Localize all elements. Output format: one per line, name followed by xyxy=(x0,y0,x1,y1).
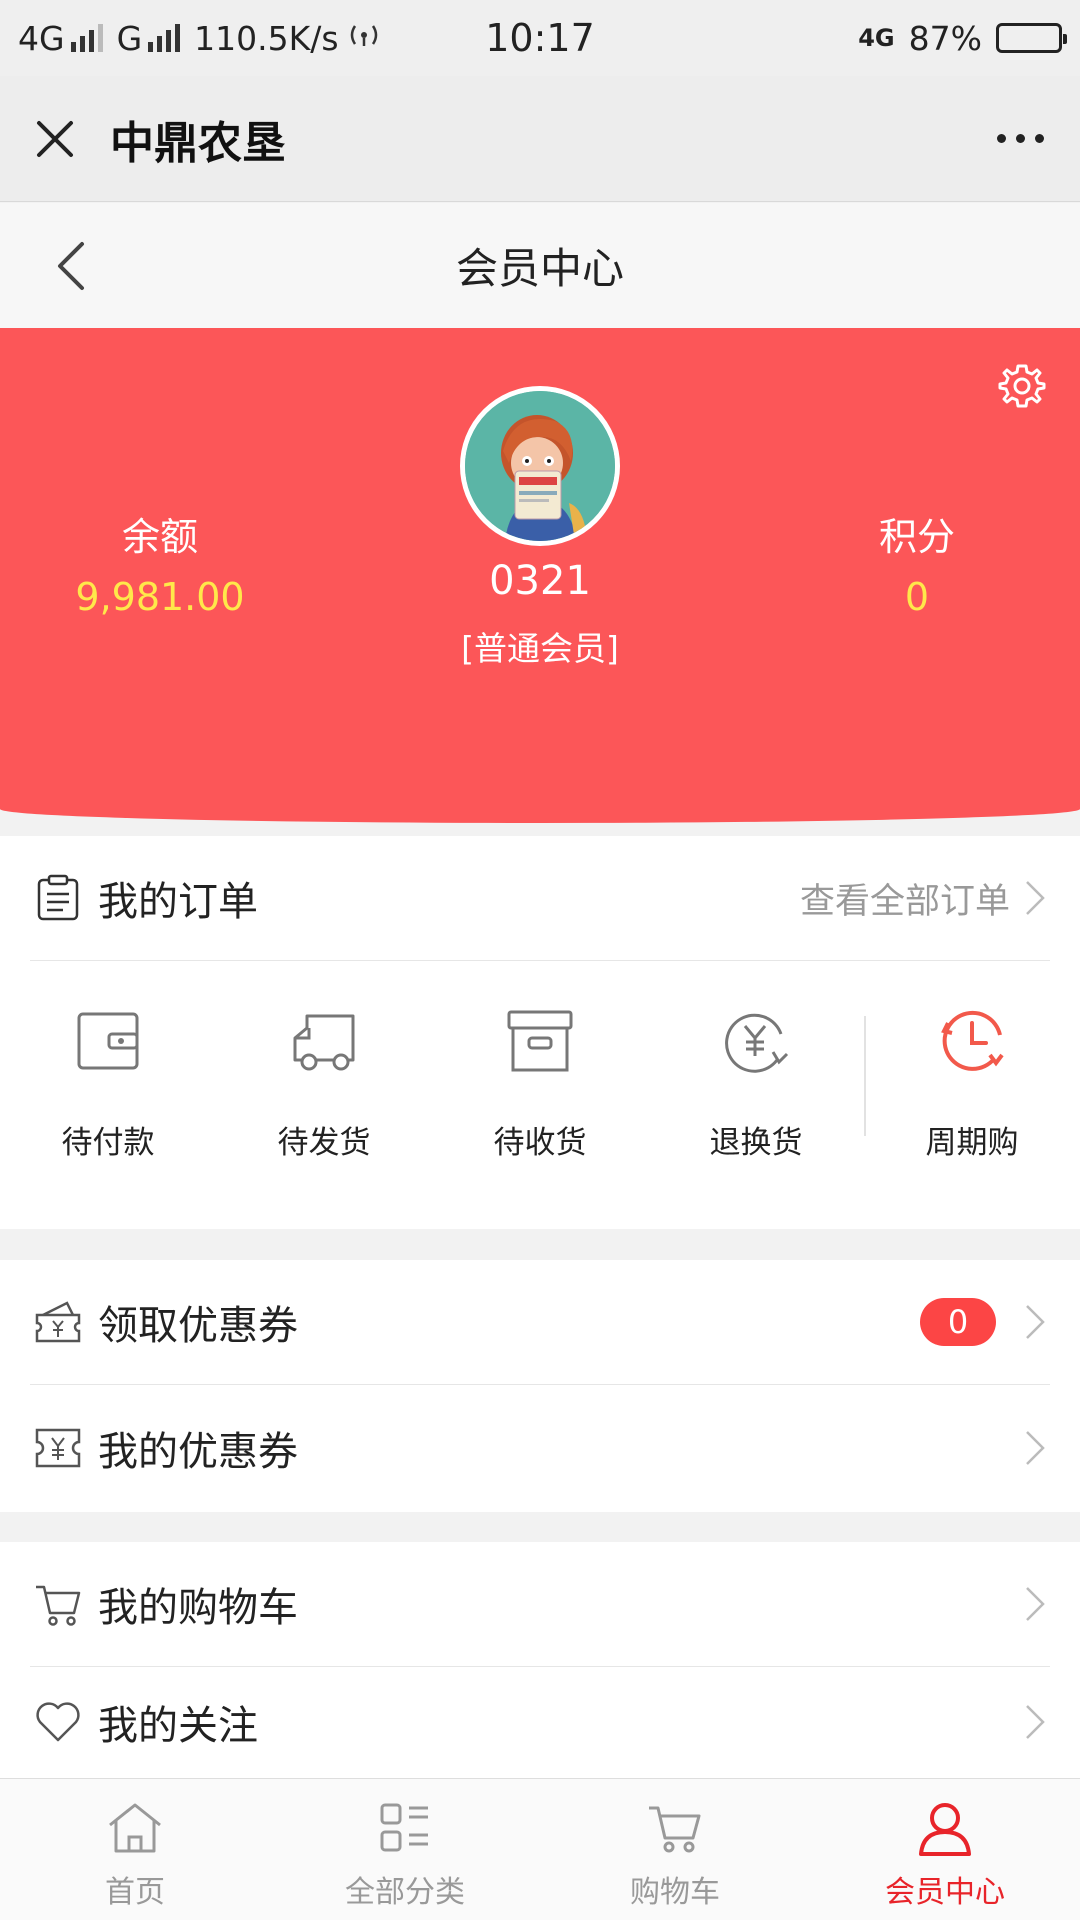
coupon-claim-icon xyxy=(30,1294,86,1350)
my-cart-right xyxy=(1020,1584,1050,1624)
order-pending-shipment[interactable]: 待发货 xyxy=(216,961,432,1176)
avatar-image xyxy=(465,391,615,541)
view-all-orders-link[interactable]: 查看全部订单 xyxy=(800,873,1050,924)
member-level: [普通会员] xyxy=(461,629,619,668)
my-cart-label: 我的购物车 xyxy=(98,1585,298,1631)
close-button[interactable] xyxy=(0,76,110,202)
more-dot xyxy=(1015,134,1025,143)
settings-button[interactable] xyxy=(992,356,1052,416)
chevron-right-icon xyxy=(1020,1702,1050,1742)
network-speed: 110.5K/s xyxy=(194,18,339,58)
claim-coupons-right: 0 xyxy=(920,1298,1050,1346)
webview-titlebar: 中鼎农垦 xyxy=(0,76,1080,202)
cart-icon xyxy=(644,1797,706,1859)
my-coupons-right xyxy=(1020,1428,1050,1468)
more-dot xyxy=(1034,134,1044,143)
member-card: 余额 9,981.00 0321 [普通会员] 积分 0 xyxy=(0,328,1080,823)
orders-section: 我的订单 查看全部订单 待付款 待发货 待收货 退换货 周期购 xyxy=(0,836,1080,1229)
network-2: G xyxy=(117,19,187,58)
user-icon xyxy=(914,1797,976,1859)
home-icon xyxy=(104,1797,166,1859)
heart-icon xyxy=(30,1694,86,1750)
network-1-label: 4G xyxy=(18,18,65,58)
cart-icon xyxy=(30,1576,86,1632)
order-refund-exchange[interactable]: 退换货 xyxy=(648,961,864,1176)
close-icon xyxy=(37,120,73,157)
gear-icon xyxy=(998,364,1046,408)
tab-member-center[interactable]: 会员中心 xyxy=(810,1779,1080,1920)
order-pending-receipt[interactable]: 待收货 xyxy=(432,961,648,1176)
battery-icon xyxy=(996,23,1067,53)
network-1: 4G xyxy=(18,19,109,58)
coupon-icon xyxy=(30,1420,86,1476)
chevron-right-icon xyxy=(1020,1428,1050,1468)
category-icon xyxy=(374,1797,436,1859)
my-coupons-row[interactable]: 我的优惠券 xyxy=(30,1385,1050,1510)
status-left: 4G G 110.5K/s xyxy=(18,19,381,58)
my-follows-label: 我的关注 xyxy=(98,1703,258,1749)
order-status-label: 待收货 xyxy=(493,1125,587,1161)
username: 0321 xyxy=(489,558,591,604)
claim-coupons-row[interactable]: 领取优惠券 0 xyxy=(30,1260,1050,1385)
battery-text: 87% xyxy=(908,18,982,58)
status-bar: 4G G 110.5K/s 4G 87% xyxy=(0,0,1080,76)
my-cart-row[interactable]: 我的购物车 xyxy=(30,1542,1050,1667)
points-value: 0 xyxy=(904,575,930,619)
my-follows-row[interactable]: 我的关注 xyxy=(30,1667,1050,1777)
coupons-section: 领取优惠券 0 我的优惠券 xyxy=(0,1260,1080,1512)
refund-icon xyxy=(716,1001,796,1081)
network-2-label: G xyxy=(116,18,143,58)
order-pending-payment[interactable]: 待付款 xyxy=(0,961,216,1176)
page-title: 会员中心 xyxy=(455,244,624,293)
balance-value: 9,981.00 xyxy=(75,575,245,619)
clock-icon xyxy=(932,1001,1012,1081)
tab-cart[interactable]: 购物车 xyxy=(540,1779,810,1920)
back-button[interactable] xyxy=(20,203,120,328)
status-right: 4G 87% xyxy=(858,18,1067,58)
order-status-label: 待发货 xyxy=(277,1125,371,1161)
signal-icon xyxy=(148,24,181,52)
my-follows-right xyxy=(1020,1702,1050,1742)
tab-home[interactable]: 首页 xyxy=(0,1779,270,1920)
truck-icon xyxy=(284,1001,364,1081)
chevron-right-icon xyxy=(1020,878,1050,918)
box-icon xyxy=(500,1001,580,1081)
bottom-tab-bar: 首页 全部分类 购物车 会员中心 xyxy=(0,1778,1080,1920)
tab-label: 购物车 xyxy=(630,1875,720,1910)
points-stat[interactable]: 积分 0 xyxy=(797,506,1037,619)
points-label: 积分 xyxy=(878,515,955,559)
order-status-label: 周期购 xyxy=(925,1125,1019,1161)
order-status-grid: 待付款 待发货 待收货 退换货 周期购 xyxy=(0,961,1080,1176)
balance-label: 余额 xyxy=(121,515,198,559)
page-navbar: 会员中心 xyxy=(0,203,1080,328)
order-status-label: 待付款 xyxy=(61,1125,155,1161)
chevron-right-icon xyxy=(1020,1302,1050,1342)
divider xyxy=(864,1016,866,1136)
orders-title: 我的订单 xyxy=(98,879,258,925)
chevron-left-icon xyxy=(58,241,84,290)
hotspot-icon xyxy=(347,19,381,58)
net-badge: 4G xyxy=(858,24,895,52)
order-list-icon xyxy=(30,870,86,926)
tab-categories[interactable]: 全部分类 xyxy=(270,1779,540,1920)
orders-header[interactable]: 我的订单 查看全部订单 xyxy=(30,836,1050,961)
view-all-orders-label: 查看全部订单 xyxy=(799,881,1010,922)
chevron-right-icon xyxy=(1020,1584,1050,1624)
more-section: 我的购物车 我的关注 xyxy=(0,1542,1080,1778)
claim-coupons-label: 领取优惠券 xyxy=(98,1303,298,1349)
my-coupons-label: 我的优惠券 xyxy=(98,1428,298,1475)
coupon-count-badge: 0 xyxy=(920,1298,996,1346)
app-title: 中鼎农垦 xyxy=(110,117,286,169)
balance-stat[interactable]: 余额 9,981.00 xyxy=(40,506,280,619)
wallet-icon xyxy=(68,1001,148,1081)
tab-label: 会员中心 xyxy=(885,1875,1005,1910)
tab-label: 首页 xyxy=(105,1875,165,1910)
avatar[interactable] xyxy=(460,386,620,546)
more-button[interactable] xyxy=(960,76,1080,202)
tab-label: 全部分类 xyxy=(345,1875,465,1910)
order-subscription[interactable]: 周期购 xyxy=(864,961,1080,1176)
more-dot xyxy=(996,134,1006,143)
signal-icon xyxy=(70,24,103,52)
order-status-label: 退换货 xyxy=(709,1125,803,1161)
